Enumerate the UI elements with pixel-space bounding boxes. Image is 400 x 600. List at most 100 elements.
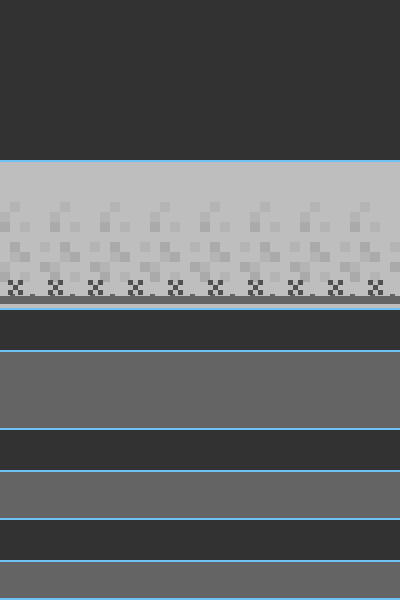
grass-tuft <box>8 280 13 285</box>
grass-tuft <box>258 290 263 295</box>
dither-pixel <box>260 242 270 252</box>
grass-tuft <box>138 290 143 295</box>
grass-tuft <box>128 290 133 295</box>
dither-pixel <box>0 222 10 232</box>
grass-tuft <box>338 280 343 285</box>
dither-pixel <box>120 252 130 262</box>
dither-pixel <box>70 222 80 232</box>
edge-notch <box>30 294 35 299</box>
dark-row <box>0 310 400 350</box>
dither-pixel <box>100 222 110 232</box>
dither-pixel <box>270 222 280 232</box>
grass-tuft <box>248 290 253 295</box>
grass-tuft <box>368 290 373 295</box>
dither-pixel <box>210 252 220 262</box>
dither-pixel <box>160 202 170 212</box>
grass-tuft <box>213 285 218 290</box>
dither-pixel <box>60 202 70 212</box>
dark-row <box>0 430 400 470</box>
grass-tuft <box>133 285 138 290</box>
edge-notch <box>230 294 235 299</box>
dither-pixel <box>200 222 210 232</box>
grass-tuft <box>378 280 383 285</box>
dither-pixel <box>90 242 100 252</box>
dither-pixel <box>370 222 380 232</box>
dither-pixel <box>150 222 160 232</box>
dither-pixel <box>70 272 80 282</box>
grass-tuft <box>58 280 63 285</box>
grass-tuft <box>173 285 178 290</box>
game-canvas <box>0 0 400 600</box>
dither-pixel <box>140 262 150 272</box>
grass-tuft <box>128 280 133 285</box>
grass-tuft <box>18 290 23 295</box>
grass-tuft <box>18 280 23 285</box>
dither-pixel <box>50 222 60 232</box>
dither-pixel <box>270 272 280 282</box>
dither-pixel <box>110 242 120 252</box>
dither-pixel <box>210 242 220 252</box>
dither-pixel <box>160 252 170 262</box>
grass-tuft <box>168 290 173 295</box>
grass-tuft <box>88 290 93 295</box>
grass-tuft <box>288 290 293 295</box>
dither-pixel <box>350 272 360 282</box>
dither-pixel <box>110 202 120 212</box>
dither-pixel <box>150 212 160 222</box>
grass-tuft <box>373 285 378 290</box>
dither-pixel <box>220 222 230 232</box>
grass-tuft <box>378 290 383 295</box>
dither-pixel <box>70 252 80 262</box>
mid-panel <box>0 472 400 518</box>
mid-panel <box>0 562 400 598</box>
tile-pattern <box>0 202 400 304</box>
dither-pixel <box>150 272 160 282</box>
dither-pixel <box>320 252 330 262</box>
grass-tuft <box>218 290 223 295</box>
grass-tuft <box>368 280 373 285</box>
dither-pixel <box>60 252 70 262</box>
dither-pixel <box>150 262 160 272</box>
dither-pixel <box>250 212 260 222</box>
grass-tuft <box>333 285 338 290</box>
edge-notch <box>110 294 115 299</box>
dither-pixel <box>350 262 360 272</box>
grass-tuft <box>298 280 303 285</box>
dither-pixel <box>240 242 250 252</box>
grass-tuft <box>328 290 333 295</box>
grass-tuft <box>338 290 343 295</box>
dither-pixel <box>300 222 310 232</box>
ground-edge <box>0 296 400 304</box>
dither-pixel <box>170 252 180 262</box>
dither-pixel <box>50 212 60 222</box>
dither-pixel <box>50 262 60 272</box>
dither-pixel <box>390 262 400 272</box>
dither-pixel <box>310 242 320 252</box>
grass-tuft <box>98 290 103 295</box>
dither-pixel <box>320 222 330 232</box>
edge-notch <box>190 294 195 299</box>
dither-pixel <box>300 262 310 272</box>
dither-pixel <box>140 242 150 252</box>
dither-pixel <box>290 262 300 272</box>
edge-notch <box>70 294 75 299</box>
dither-pixel <box>160 242 170 252</box>
dither-pixel <box>200 212 210 222</box>
grass-tuft <box>8 290 13 295</box>
edge-notch <box>270 294 275 299</box>
top-dark-area <box>0 0 400 160</box>
dither-pixel <box>40 262 50 272</box>
dither-pixel <box>220 252 230 262</box>
grass-tuft <box>88 280 93 285</box>
dither-pixel <box>250 222 260 232</box>
dither-pixel <box>60 242 70 252</box>
dither-pixel <box>200 262 210 272</box>
edge-notch <box>150 294 155 299</box>
grass-tuft <box>178 280 183 285</box>
dither-pixel <box>250 262 260 272</box>
grass-tuft <box>218 280 223 285</box>
dither-pixel <box>260 202 270 212</box>
dither-pixel <box>40 242 50 252</box>
dither-pixel <box>120 222 130 232</box>
dither-pixel <box>10 252 20 262</box>
